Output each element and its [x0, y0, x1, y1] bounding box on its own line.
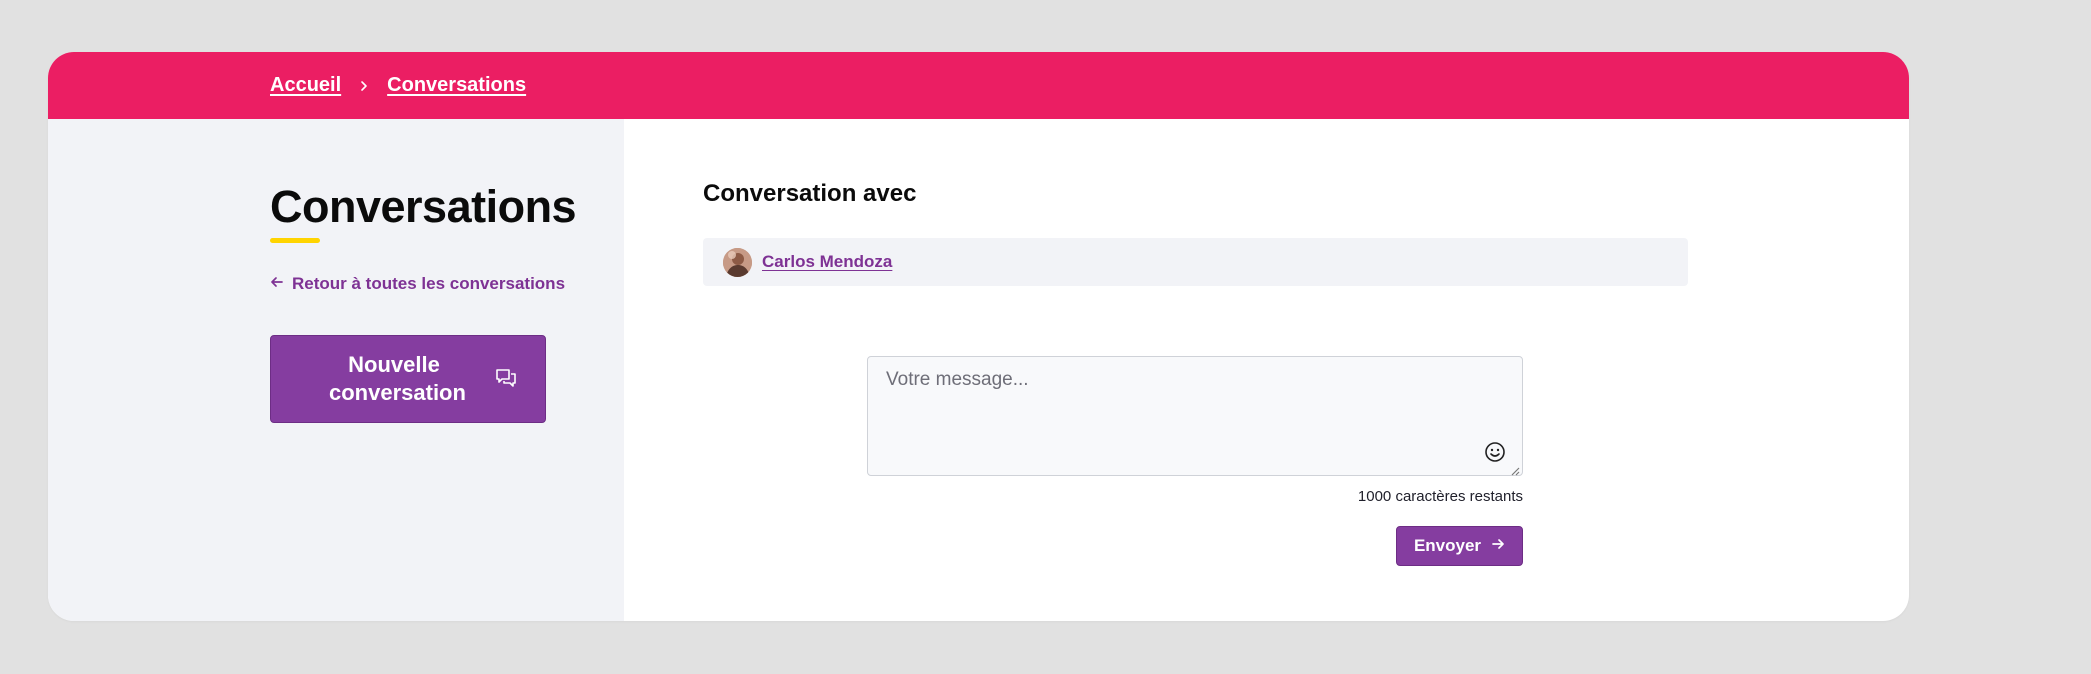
back-link-label: Retour à toutes les conversations	[292, 274, 566, 293]
breadcrumb: Accueil Conversations	[270, 52, 526, 119]
send-button-label: Envoyer	[1413, 536, 1482, 555]
char-count: 1000 caractères restants	[1357, 488, 1523, 505]
arrow-right-icon	[1491, 536, 1505, 556]
breadcrumb-current-link[interactable]: Conversations	[387, 74, 526, 97]
new-conversation-label: Nouvelle conversation	[329, 351, 466, 405]
new-conversation-button[interactable]: Nouvelle conversation	[270, 335, 546, 423]
message-input[interactable]	[868, 357, 1522, 475]
participant-name-link[interactable]: Carlos Mendoza	[762, 252, 892, 272]
conversation-heading: Conversation avec	[703, 180, 917, 207]
page-title: Conversations	[270, 181, 577, 232]
back-to-conversations-link[interactable]: Retour à toutes les conversations	[270, 274, 565, 294]
resize-handle-icon[interactable]	[1510, 463, 1520, 476]
avatar	[723, 247, 752, 277]
message-box	[867, 356, 1523, 476]
title-underline	[270, 238, 320, 243]
chevron-right-icon	[355, 77, 373, 95]
breadcrumb-home-link[interactable]: Accueil	[270, 74, 341, 97]
top-bar: Accueil Conversations	[48, 52, 1909, 119]
participant-row: Carlos Mendoza	[703, 238, 1688, 286]
arrow-left-icon	[270, 274, 284, 294]
smiley-icon[interactable]	[1484, 441, 1506, 463]
send-button[interactable]: Envoyer	[1396, 526, 1523, 566]
chat-bubbles-icon	[495, 367, 517, 392]
